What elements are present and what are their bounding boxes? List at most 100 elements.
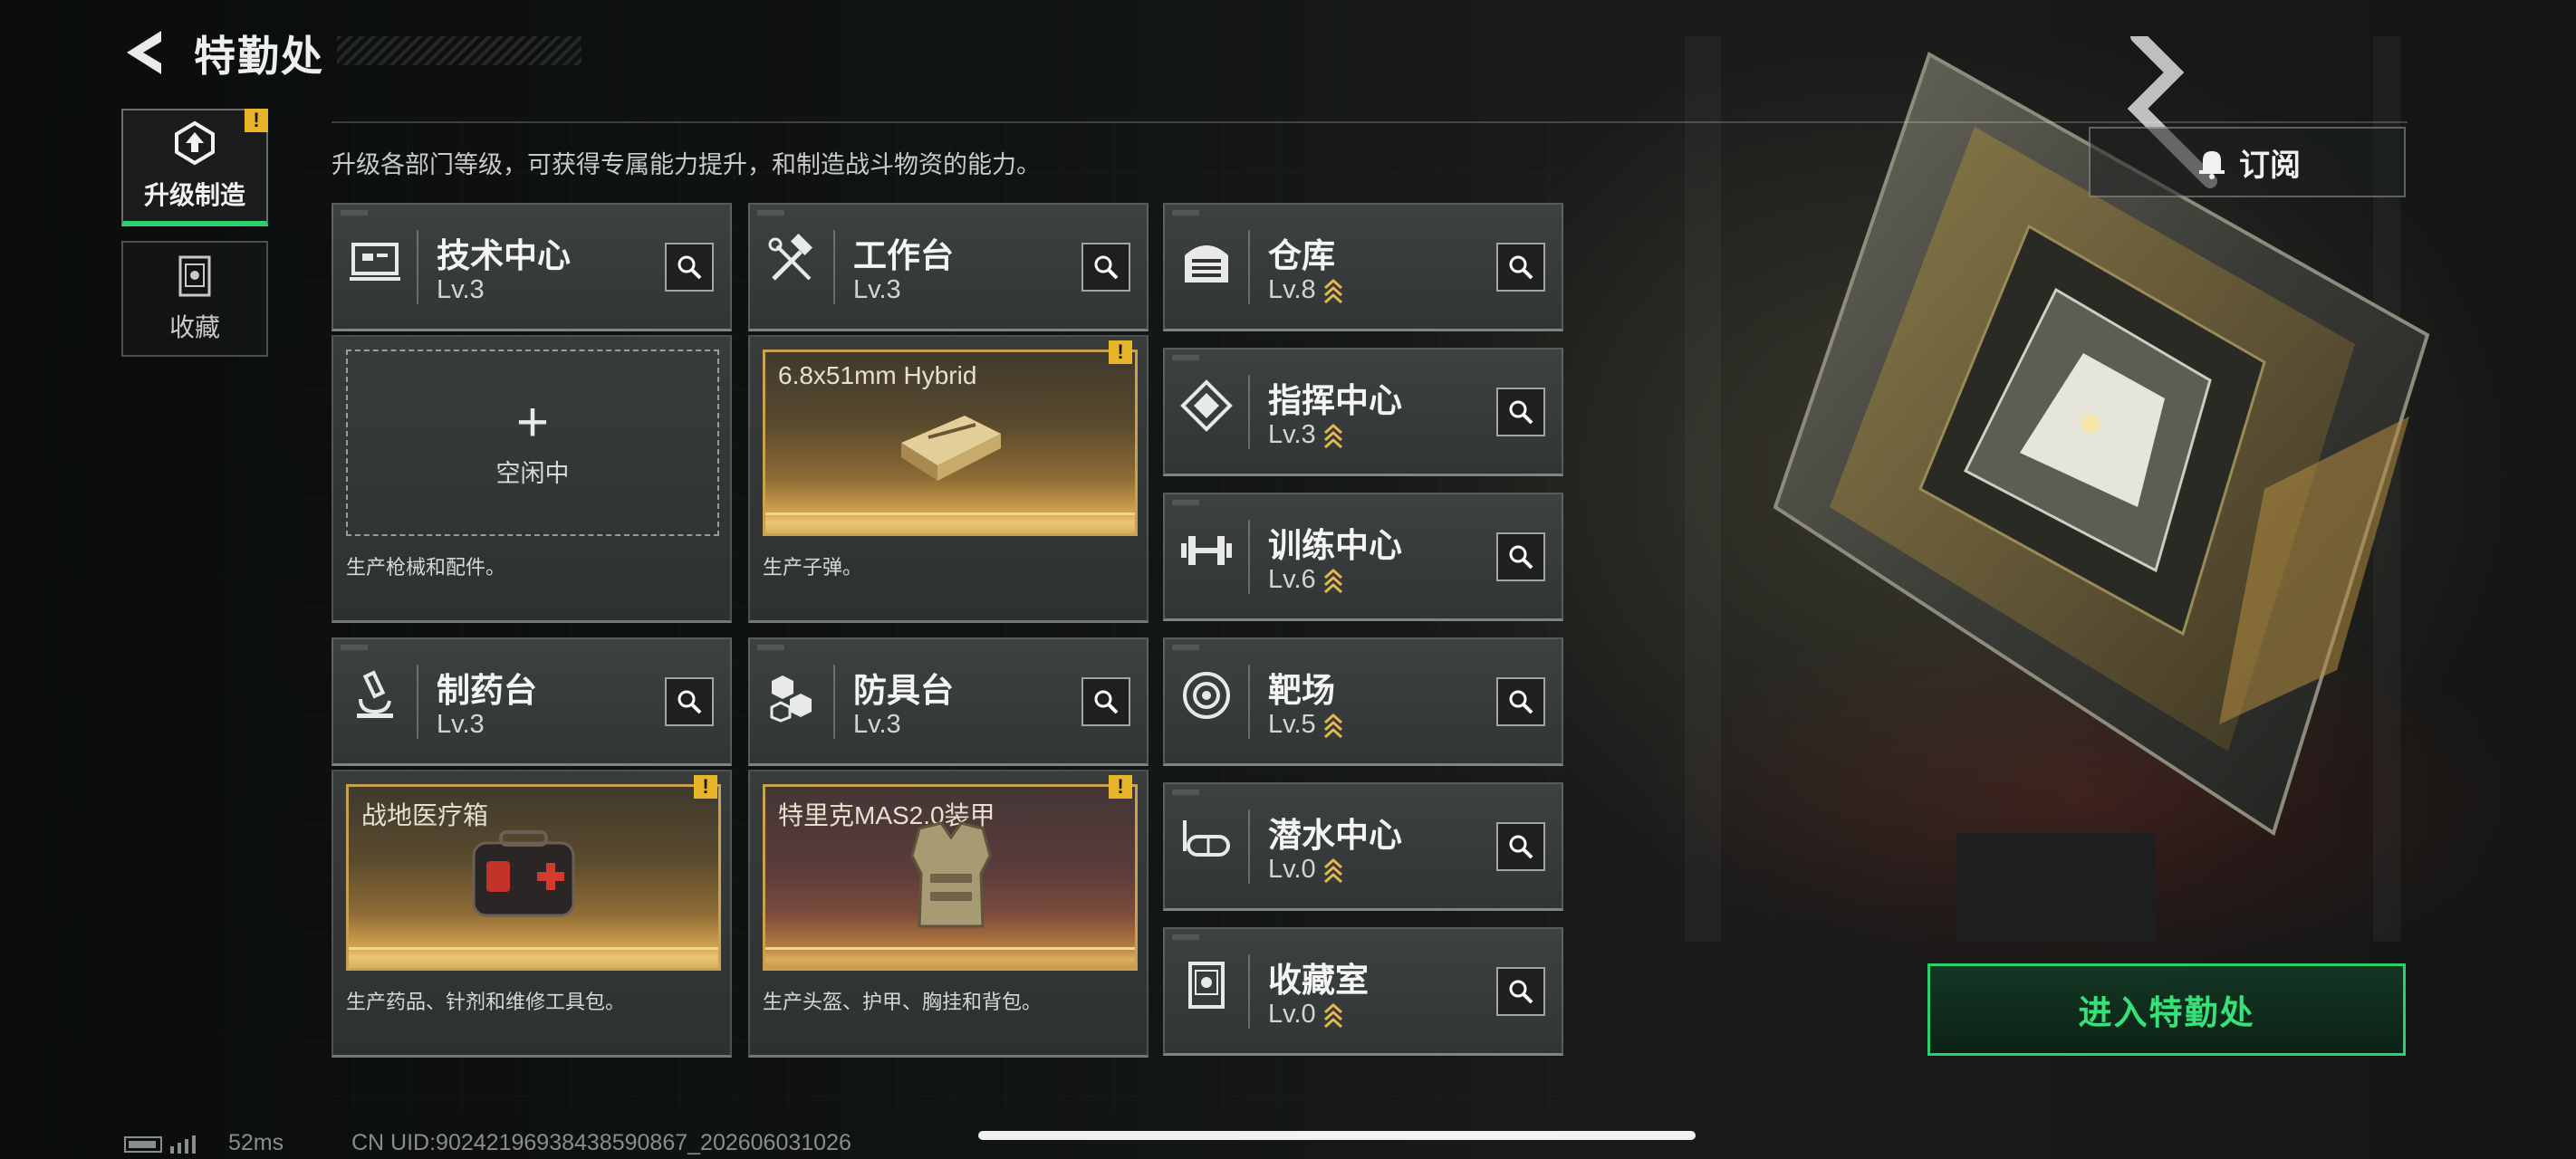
department-level: Lv.8 [1268, 275, 1316, 304]
department-card-pharmacy[interactable]: 制药台 Lv.3 [332, 637, 732, 766]
diving-mask-icon [1183, 820, 1230, 857]
search-icon [1094, 255, 1119, 280]
home-indicator[interactable] [978, 1131, 1696, 1140]
inspect-button[interactable] [665, 243, 714, 292]
department-card-warehouse[interactable]: 仓库 Lv.8 [1163, 203, 1563, 331]
subscribe-label: 订阅 [2239, 148, 2301, 183]
dumbbell-icon [1181, 536, 1232, 565]
slot-progress-line [765, 512, 1135, 515]
medical-kit-image [472, 830, 575, 917]
pharmacy-alert-badge: ! [694, 775, 717, 799]
department-level-row: Lv.8 [1268, 275, 1343, 305]
card-corner-mark [1172, 210, 1199, 216]
upgrade-chevron-icon [1323, 1003, 1342, 1029]
production-panel-armor-bench: 特里克MAS2.0装甲 生产头盔、护甲、胸挂和背包。 [748, 770, 1149, 1058]
slot-status: 空闲中 [495, 459, 570, 487]
warehouse-icon [1185, 245, 1228, 283]
inspect-button[interactable] [1081, 677, 1130, 726]
search-icon [678, 255, 702, 280]
department-card-command-center[interactable]: 指挥中心 Lv.3 [1163, 348, 1563, 476]
item-name: 6.8x51mm Hybrid [778, 361, 977, 389]
armor-alert-badge: ! [1109, 775, 1132, 799]
search-icon [1509, 255, 1533, 280]
inspect-button[interactable] [1496, 243, 1545, 292]
department-level-row: Lv.5 [1268, 710, 1343, 740]
department-level: Lv.6 [1268, 565, 1316, 594]
production-slot-item[interactable]: 战地医疗箱 [346, 784, 721, 971]
card-corner-mark [1172, 790, 1199, 795]
card-divider [1248, 230, 1250, 304]
divider [332, 121, 2408, 123]
inspect-button[interactable] [1081, 243, 1130, 292]
department-name: 仓库 [1268, 237, 1335, 274]
enter-special-ops-button[interactable]: 进入特勤处 [1927, 963, 2406, 1056]
inspect-button[interactable] [1496, 532, 1545, 581]
card-corner-mark [1172, 934, 1199, 940]
production-description: 生产药品、针剂和维修工具包。 [346, 991, 626, 1013]
subscribe-button[interactable]: 订阅 [2089, 127, 2406, 197]
back-arrow-icon[interactable] [121, 27, 167, 78]
upgrade-chevron-icon [1323, 279, 1342, 304]
search-icon [1509, 690, 1533, 714]
search-icon [1509, 835, 1533, 859]
department-level: Lv.3 [853, 275, 901, 304]
department-name: 技术中心 [437, 237, 571, 274]
production-slot-item[interactable]: 特里克MAS2.0装甲 [763, 784, 1138, 971]
microscope-icon [357, 670, 393, 718]
department-card-collection-room[interactable]: 收藏室 Lv.0 [1163, 927, 1563, 1056]
department-level-row: Lv.3 [1268, 420, 1343, 450]
body-armor-image [910, 821, 992, 928]
slot-progress-line [765, 947, 1135, 950]
search-icon [1509, 400, 1533, 425]
department-card-diving-center[interactable]: 潜水中心 Lv.0 [1163, 782, 1563, 911]
upgrade-craft-icon [175, 120, 215, 166]
display-case-icon [1188, 962, 1225, 1009]
add-icon: + [515, 390, 550, 454]
card-divider [417, 230, 418, 304]
slot-progress-line [349, 947, 718, 950]
department-name: 训练中心 [1268, 527, 1402, 564]
department-card-shooting-range[interactable]: 靶场 Lv.5 [1163, 637, 1563, 766]
inspect-button[interactable] [1496, 388, 1545, 436]
department-level: Lv.3 [853, 710, 901, 739]
card-divider [833, 665, 835, 739]
production-panel-workbench: 6.8x51mm Hybrid 生产子弹。 [748, 335, 1149, 623]
department-card-tech-center[interactable]: 技术中心 Lv.3 [332, 203, 732, 331]
department-card-armor-bench[interactable]: 防具台 Lv.3 [748, 637, 1149, 766]
chip-icon [1180, 379, 1233, 432]
card-corner-mark [1172, 355, 1199, 360]
hammer-wrench-icon [768, 234, 813, 281]
collection-icon [178, 255, 211, 297]
department-name: 制药台 [437, 672, 537, 709]
production-description: 生产头盔、护甲、胸挂和背包。 [763, 991, 1043, 1013]
department-name: 防具台 [853, 672, 954, 709]
tab-collection[interactable]: 收藏 [121, 241, 268, 357]
department-card-workbench[interactable]: 工作台 Lv.3 [748, 203, 1149, 331]
upgrade-chevron-icon [1323, 424, 1342, 449]
department-name: 收藏室 [1268, 962, 1369, 999]
department-name: 工作台 [853, 237, 954, 274]
tab-upgrade-craft-label: 升级制造 [143, 181, 245, 209]
production-slot-item[interactable]: 6.8x51mm Hybrid [763, 350, 1138, 536]
page-title: 特勤处 [194, 33, 324, 80]
inspect-button[interactable] [1496, 677, 1545, 726]
battery-signal-icon [124, 1135, 196, 1154]
department-level-row: Lv.0 [1268, 1000, 1343, 1030]
search-icon [1509, 545, 1533, 570]
department-level-row: Lv.6 [1268, 565, 1343, 595]
upgrade-chevron-icon [1323, 714, 1342, 739]
department-card-training-center[interactable]: 训练中心 Lv.6 [1163, 493, 1563, 621]
department-level: Lv.3 [1268, 420, 1316, 449]
production-slot-empty[interactable]: + 空闲中 [346, 350, 719, 536]
inspect-button[interactable] [1496, 822, 1545, 871]
inspect-button[interactable] [1496, 967, 1545, 1016]
card-corner-mark [757, 645, 784, 650]
search-icon [1094, 690, 1119, 714]
ping-readout: 52ms [228, 1130, 284, 1155]
department-name: 潜水中心 [1268, 817, 1402, 854]
page-description: 升级各部门等级，可获得专属能力提升，和制造战斗物资的能力。 [332, 151, 1041, 178]
card-divider [1248, 809, 1250, 884]
card-corner-mark [1172, 500, 1199, 505]
inspect-button[interactable] [665, 677, 714, 726]
card-corner-mark [341, 210, 368, 216]
